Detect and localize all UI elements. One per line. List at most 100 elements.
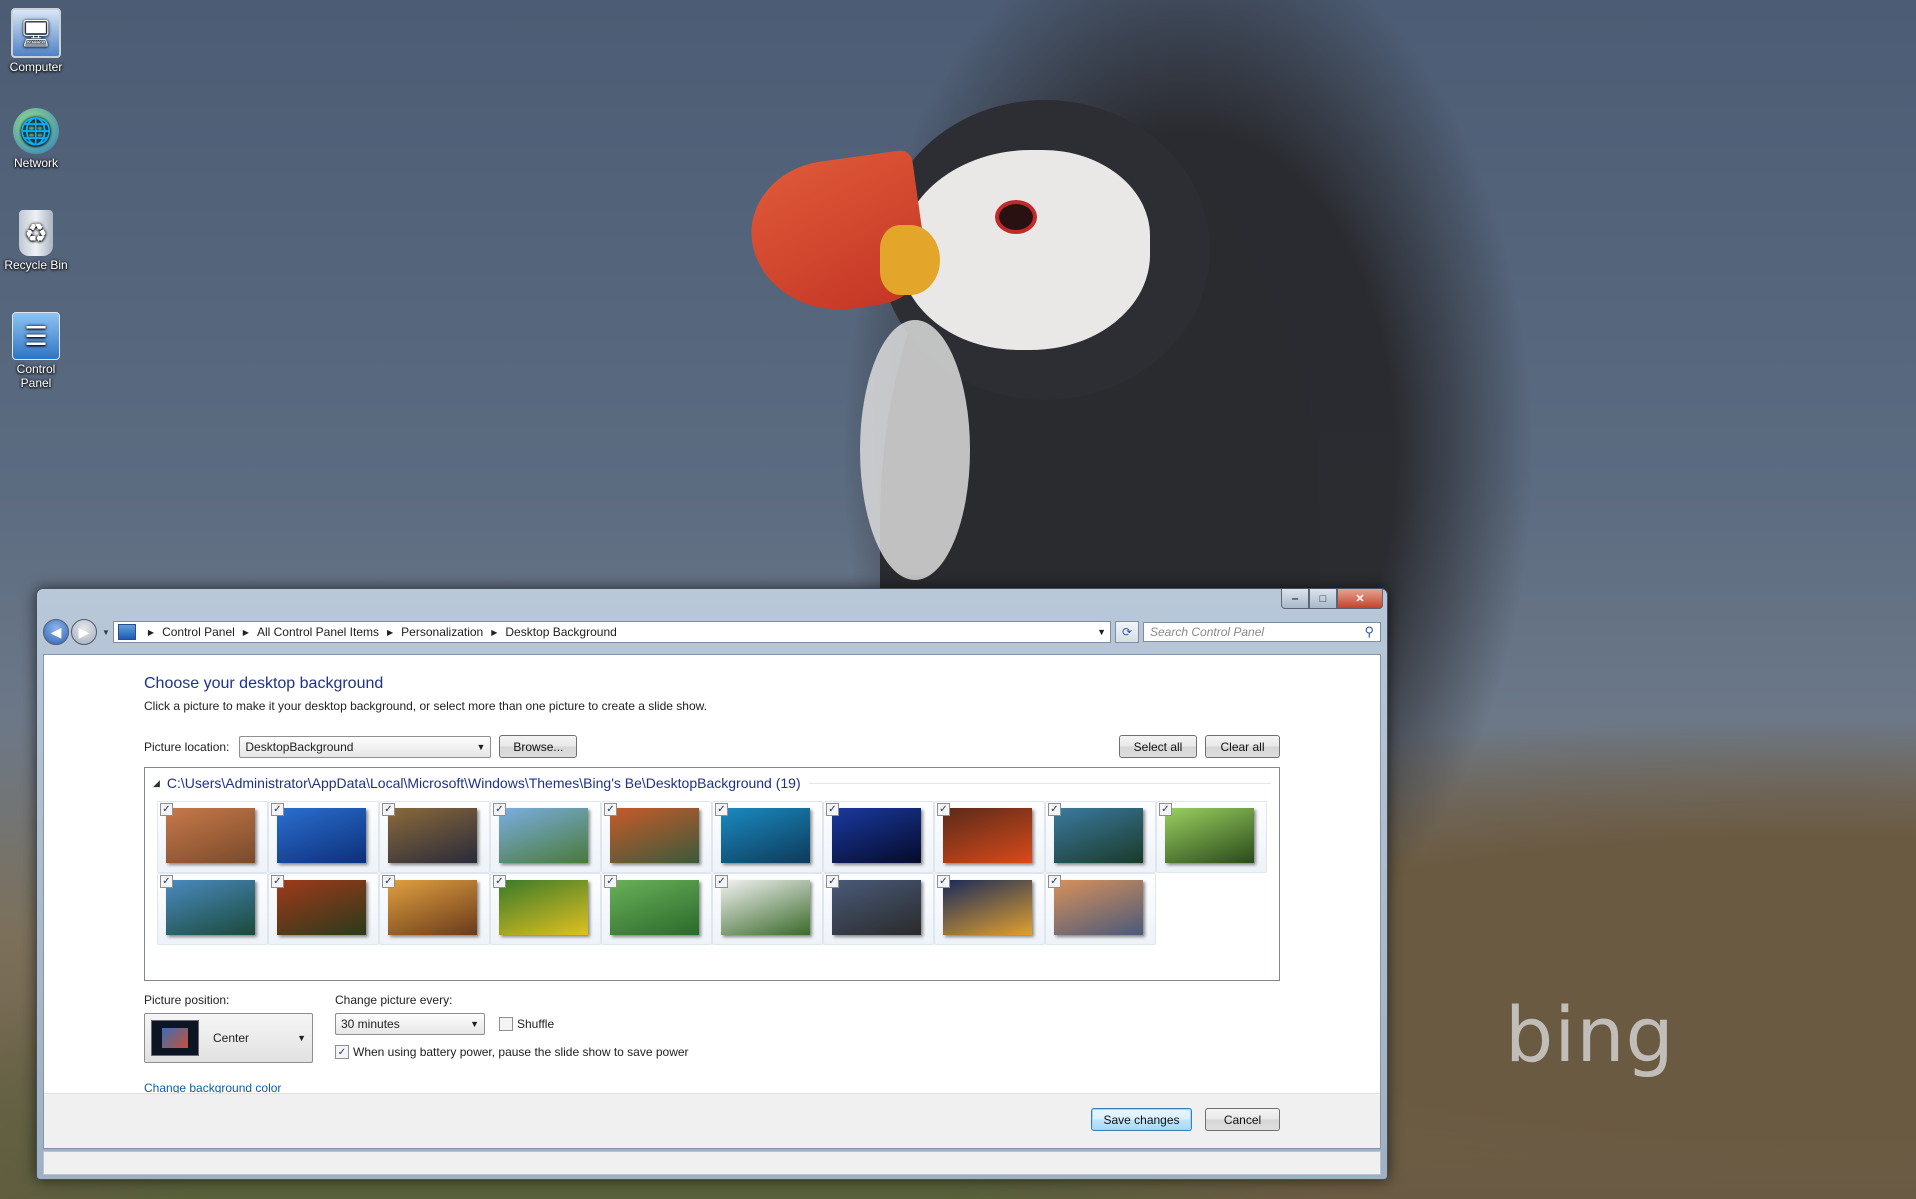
thumbnail-checkbox[interactable]: ✓ [1159, 803, 1172, 816]
battery-pause-label: When using battery power, pause the slid… [353, 1045, 689, 1059]
wallpaper-thumbnail[interactable]: ✓ [823, 873, 934, 945]
wallpaper-thumbnail[interactable]: ✓ [1045, 801, 1156, 873]
wallpaper-thumbnail[interactable]: ✓ [1156, 801, 1267, 873]
thumbnail-image [1054, 880, 1143, 935]
thumbnail-checkbox[interactable]: ✓ [937, 875, 950, 888]
wallpaper-thumbnail[interactable]: ✓ [157, 873, 268, 945]
thumbnail-checkbox[interactable]: ✓ [382, 803, 395, 816]
refresh-icon: ⟳ [1121, 625, 1133, 639]
battery-pause-checkbox[interactable]: ✓ [335, 1045, 349, 1059]
wallpaper-thumbnail[interactable]: ✓ [934, 801, 1045, 873]
thumbnail-checkbox[interactable]: ✓ [715, 803, 728, 816]
thumbnail-checkbox[interactable]: ✓ [604, 803, 617, 816]
picture-location-select[interactable]: DesktopBackground ▼ [239, 735, 492, 758]
thumbnail-checkbox[interactable]: ✓ [715, 875, 728, 888]
search-icon[interactable]: ⚲ [1364, 624, 1374, 640]
address-bar[interactable]: ▶ Control Panel ▶ All Control Panel Item… [112, 621, 1111, 643]
wallpaper-thumbnail[interactable]: ✓ [490, 873, 601, 945]
collapse-triangle-icon[interactable]: ◢ [153, 778, 160, 789]
breadcrumb-desktop-background[interactable]: Desktop Background [505, 625, 616, 639]
thumbnail-checkbox[interactable]: ✓ [826, 803, 839, 816]
wallpaper-thumbnail[interactable]: ✓ [1045, 873, 1156, 945]
page-title: Choose your desktop background [144, 675, 384, 692]
desktop-icon-network[interactable]: 🌐 Network [0, 108, 72, 170]
wallpaper-thumbnail[interactable]: ✓ [823, 801, 934, 873]
desktop-icon-computer[interactable]: 🖥 Computer [0, 8, 72, 74]
wallpaper-thumbnail[interactable]: ✓ [379, 873, 490, 945]
thumbnail-checkbox[interactable]: ✓ [160, 875, 173, 888]
wallpaper-thumbnail[interactable]: ✓ [268, 873, 379, 945]
cancel-button[interactable]: Cancel [1205, 1108, 1280, 1131]
bing-watermark: bing [1505, 990, 1675, 1079]
wallpaper-thumbnail[interactable]: ✓ [934, 873, 1045, 945]
thumbnail-checkbox[interactable]: ✓ [1048, 803, 1061, 816]
wallpaper-thumbnail[interactable]: ✓ [712, 801, 823, 873]
wallpaper-thumbnail[interactable]: ✓ [157, 801, 268, 873]
breadcrumb-all-items[interactable]: All Control Panel Items [257, 625, 379, 639]
page-description: Click a picture to make it your desktop … [144, 699, 707, 713]
thumbnail-checkbox[interactable]: ✓ [382, 875, 395, 888]
recent-pages-dropdown[interactable]: ▼ [102, 628, 110, 637]
forward-button[interactable]: ▶ [71, 619, 97, 645]
change-picture-interval-select[interactable]: 30 minutes ▼ [335, 1013, 485, 1035]
chevron-down-icon: ▼ [470, 1019, 479, 1029]
maximize-button[interactable]: □ [1309, 589, 1337, 609]
picture-position-select[interactable]: Center ▼ [144, 1013, 313, 1063]
picture-location-value: DesktopBackground [245, 739, 354, 754]
thumbnail-grid: ✓ ✓ ✓ ✓ ✓ ✓ ✓ ✓ ✓ ✓ ✓ ✓ ✓ ✓ ✓ ✓ ✓ ✓ ✓ [157, 801, 1267, 945]
thumbnail-checkbox[interactable]: ✓ [493, 875, 506, 888]
chevron-down-icon[interactable]: ▼ [1097, 627, 1106, 637]
wallpaper-thumbnail[interactable]: ✓ [601, 801, 712, 873]
desktop-icon-label: Network [13, 156, 58, 170]
chevron-right-icon[interactable]: ▶ [491, 628, 497, 637]
thumbnail-checkbox[interactable]: ✓ [271, 803, 284, 816]
wallpaper-puffin-beak-base [880, 225, 940, 295]
thumbnail-checkbox[interactable]: ✓ [937, 803, 950, 816]
refresh-button[interactable]: ⟳ [1115, 621, 1139, 643]
thumbnail-checkbox[interactable]: ✓ [826, 875, 839, 888]
slideshow-settings: Picture position: Center ▼ Change backgr… [144, 993, 1280, 1095]
chevron-right-icon[interactable]: ▶ [387, 628, 393, 637]
desktop-icon-recycle-bin[interactable]: ♻ Recycle Bin [0, 210, 72, 272]
desktop-icon-control-panel[interactable]: ☰ Control Panel [0, 312, 72, 390]
forward-arrow-icon: ▶ [78, 623, 90, 640]
close-button[interactable]: ✕ [1337, 589, 1383, 609]
thumbnail-checkbox[interactable]: ✓ [493, 803, 506, 816]
thumbnail-image [499, 808, 588, 863]
thumbnail-image [388, 808, 477, 863]
back-button[interactable]: ◀ [43, 619, 69, 645]
save-changes-button[interactable]: Save changes [1091, 1108, 1192, 1131]
thumbnail-checkbox[interactable]: ✓ [271, 875, 284, 888]
wallpaper-puffin-chest [860, 320, 970, 580]
wallpaper-thumbnail[interactable]: ✓ [601, 873, 712, 945]
desktop-icon-label: Computer [9, 60, 63, 74]
search-input[interactable]: Search Control Panel ⚲ [1143, 622, 1381, 642]
wallpaper-thumbnail[interactable]: ✓ [490, 801, 601, 873]
clear-all-button[interactable]: Clear all [1205, 735, 1280, 758]
shuffle-checkbox[interactable] [499, 1017, 513, 1031]
chevron-right-icon[interactable]: ▶ [243, 628, 249, 637]
browse-button[interactable]: Browse... [499, 735, 578, 758]
caption-buttons: ‒ □ ✕ [1281, 589, 1383, 609]
minimize-button[interactable]: ‒ [1281, 589, 1309, 609]
wallpaper-thumbnail[interactable]: ✓ [268, 801, 379, 873]
thumbnail-checkbox[interactable]: ✓ [160, 803, 173, 816]
shuffle-option[interactable]: Shuffle [499, 1017, 554, 1031]
thumbnail-image [166, 808, 255, 863]
picture-position-preview-icon [151, 1020, 199, 1056]
wallpaper-thumbnail[interactable]: ✓ [379, 801, 490, 873]
wallpaper-thumbnail[interactable]: ✓ [712, 873, 823, 945]
thumbnail-checkbox[interactable]: ✓ [604, 875, 617, 888]
breadcrumb-control-panel[interactable]: Control Panel [162, 625, 235, 639]
battery-option[interactable]: ✓ When using battery power, pause the sl… [335, 1045, 689, 1059]
chevron-down-icon: ▼ [297, 1033, 306, 1043]
recycle-bin-icon: ♻ [19, 210, 53, 256]
minimize-icon: ‒ [1291, 592, 1299, 605]
breadcrumb-personalization[interactable]: Personalization [401, 625, 483, 639]
thumbnail-image [1054, 808, 1143, 863]
chevron-right-icon[interactable]: ▶ [148, 628, 154, 637]
thumbnail-image [277, 880, 366, 935]
group-header[interactable]: ◢ C:\Users\Administrator\AppData\Local\M… [153, 775, 1279, 791]
thumbnail-checkbox[interactable]: ✓ [1048, 875, 1061, 888]
select-all-button[interactable]: Select all [1119, 735, 1197, 758]
